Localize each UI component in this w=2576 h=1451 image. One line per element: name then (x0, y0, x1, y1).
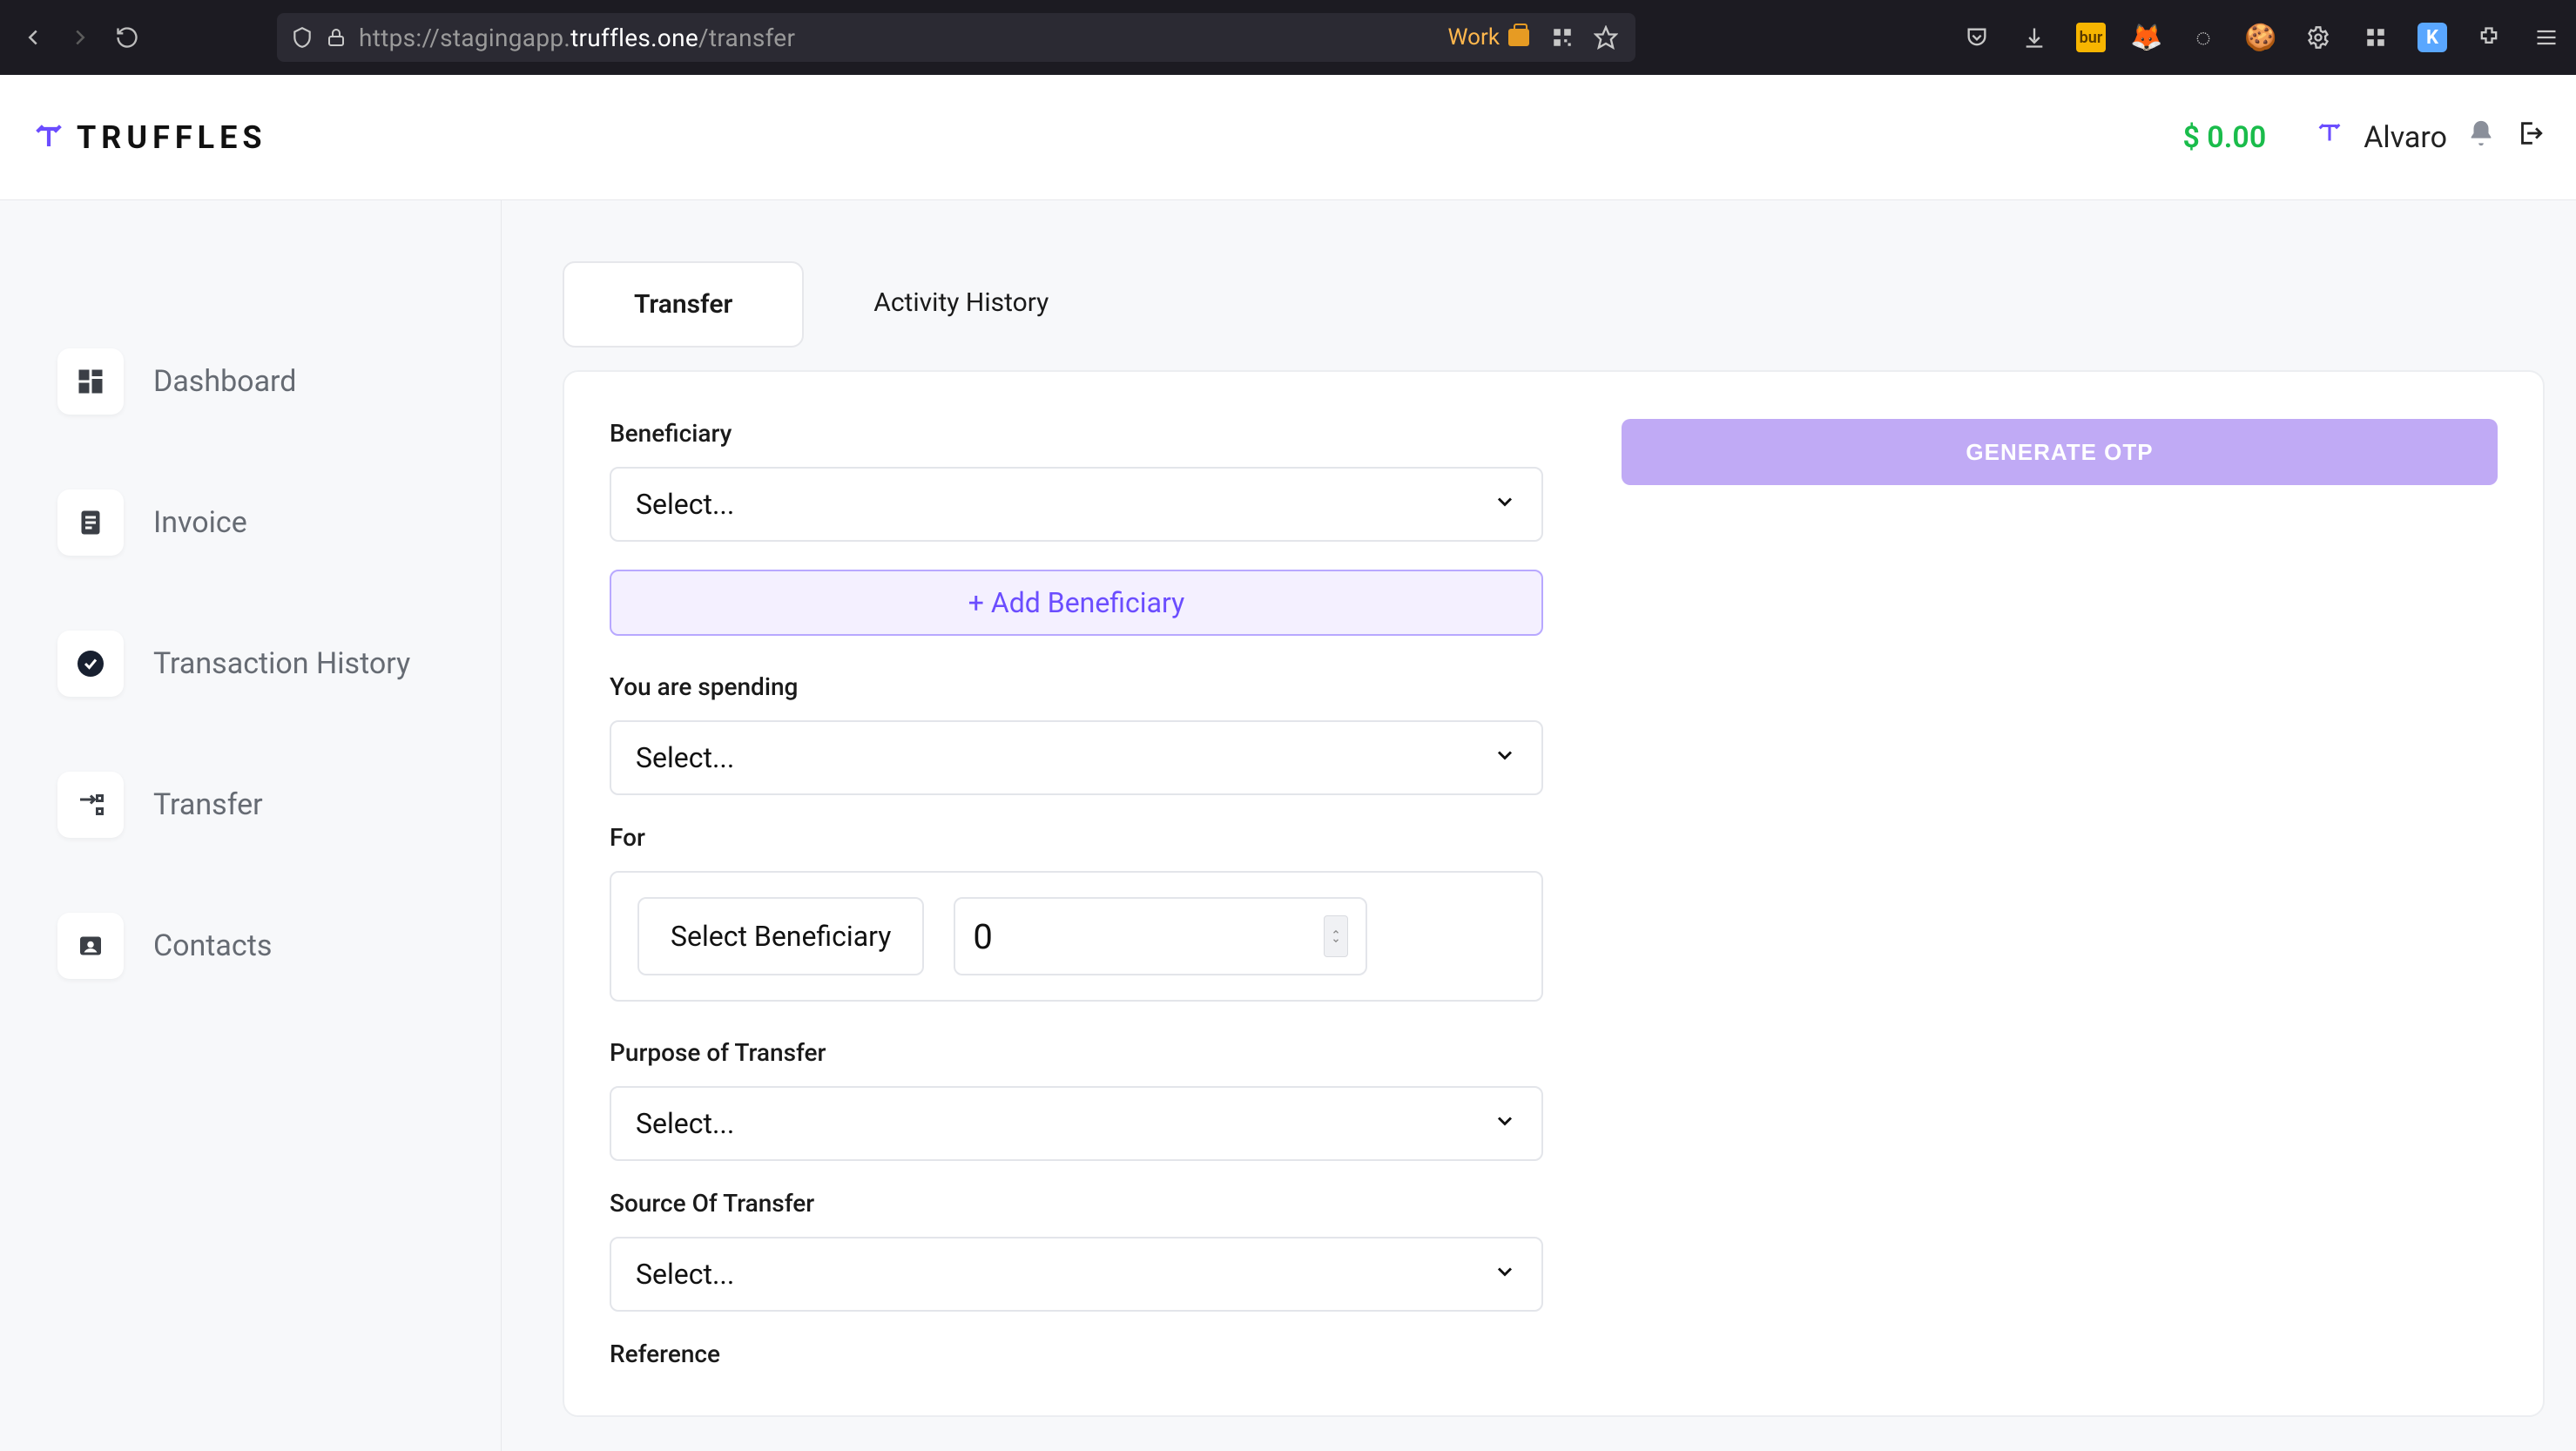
extension-circle-icon[interactable]: ◌ (2188, 22, 2219, 53)
bell-icon[interactable] (2466, 118, 2496, 156)
lock-icon (326, 27, 347, 48)
forward-button[interactable] (61, 18, 99, 57)
side-column: GENERATE OTP (1622, 419, 2498, 1368)
sidebar-item-transfer[interactable]: Transfer (57, 772, 501, 838)
extension-fox-icon[interactable]: 🦊 (2132, 23, 2161, 52)
balance: $ 0.00 (2182, 120, 2266, 155)
number-stepper-icon[interactable] (1324, 915, 1348, 957)
purpose-select[interactable]: Select... (610, 1086, 1543, 1161)
chevron-down-icon (1493, 1258, 1517, 1291)
main-content: Transfer Activity History Beneficiary Se… (502, 200, 2576, 1451)
address-bar[interactable]: https://stagingapp.truffles.one/transfer… (277, 13, 1635, 62)
source-select[interactable]: Select... (610, 1237, 1543, 1312)
source-label: Source Of Transfer (610, 1189, 1543, 1218)
download-icon[interactable] (2019, 22, 2050, 53)
history-icon (57, 631, 124, 697)
browser-right-icons: bur 🦊 ◌ 🍪 K (1961, 22, 2562, 53)
chevron-down-icon (1493, 741, 1517, 774)
source-value: Select... (636, 1258, 734, 1291)
for-amount-value: 0 (973, 916, 992, 957)
transfer-icon (57, 772, 124, 838)
extension-grid-icon[interactable] (2360, 22, 2391, 53)
for-label: For (610, 823, 1543, 852)
extension-gear-icon[interactable] (2303, 22, 2334, 53)
sidebar-item-invoice[interactable]: Invoice (57, 489, 501, 556)
url-text: https://stagingapp.truffles.one/transfer (359, 24, 1436, 52)
back-button[interactable] (14, 18, 52, 57)
pocket-icon[interactable] (1961, 22, 1993, 53)
purpose-label: Purpose of Transfer (610, 1038, 1543, 1067)
purpose-value: Select... (636, 1107, 734, 1140)
beneficiary-select[interactable]: Select... (610, 467, 1543, 542)
sidebar-item-transaction-history[interactable]: Transaction History (57, 631, 501, 697)
sidebar-item-dashboard[interactable]: Dashboard (57, 348, 501, 415)
beneficiary-value: Select... (636, 488, 734, 521)
tab-transfer[interactable]: Transfer (563, 261, 804, 348)
extension-cookie-icon[interactable]: 🍪 (2245, 22, 2276, 53)
extension-burp-icon[interactable]: bur (2076, 23, 2106, 52)
browser-toolbar: https://stagingapp.truffles.one/transfer… (0, 0, 2576, 75)
sidebar-item-label: Transfer (153, 787, 263, 822)
extensions-icon[interactable] (2473, 22, 2505, 53)
logo-text: TRUFFLES (77, 119, 267, 156)
container-tag: Work (1448, 24, 1530, 51)
beneficiary-label: Beneficiary (610, 419, 1543, 448)
sidebar: Dashboard Invoice Transaction History Tr… (0, 200, 502, 1451)
invoice-icon (57, 489, 124, 556)
logo[interactable]: TRUFFLES (31, 119, 267, 156)
chevron-down-icon (1493, 1107, 1517, 1140)
for-amount-input[interactable]: 0 (954, 897, 1366, 975)
add-beneficiary-button[interactable]: + Add Beneficiary (610, 570, 1543, 636)
sidebar-item-label: Dashboard (153, 364, 296, 399)
qr-icon[interactable] (1547, 22, 1578, 53)
reference-label: Reference (610, 1340, 1543, 1368)
sidebar-item-contacts[interactable]: Contacts (57, 913, 501, 979)
spending-select[interactable]: Select... (610, 720, 1543, 795)
sidebar-item-label: Contacts (153, 928, 272, 963)
app-header: TRUFFLES $ 0.00 Alvaro (0, 75, 2576, 200)
generate-otp-button[interactable]: GENERATE OTP (1622, 419, 2498, 485)
briefcase-icon (1508, 29, 1529, 46)
url-prefix: https://stagingapp. (359, 24, 570, 52)
form-column: Beneficiary Select... + Add Beneficiary … (610, 419, 1543, 1368)
hamburger-icon[interactable] (2531, 22, 2562, 53)
logo-icon (31, 120, 66, 155)
user-area: Alvaro (2315, 118, 2545, 156)
sidebar-item-label: Invoice (153, 505, 247, 540)
reload-button[interactable] (108, 18, 146, 57)
user-name[interactable]: Alvaro (2364, 120, 2447, 155)
extension-k-icon[interactable]: K (2418, 23, 2447, 52)
transfer-mini-icon (2315, 118, 2344, 156)
spending-value: Select... (636, 741, 734, 774)
for-box: Select Beneficiary 0 (610, 871, 1543, 1002)
sidebar-item-label: Transaction History (153, 646, 410, 681)
url-host: truffles.one (570, 24, 698, 52)
logout-icon[interactable] (2515, 118, 2545, 156)
contacts-icon (57, 913, 124, 979)
tabs: Transfer Activity History (563, 261, 2545, 348)
for-chip[interactable]: Select Beneficiary (637, 897, 924, 975)
tab-activity-history[interactable]: Activity History (804, 261, 1118, 348)
container-label: Work (1448, 24, 1500, 51)
chevron-down-icon (1493, 488, 1517, 521)
star-icon[interactable] (1590, 22, 1622, 53)
dashboard-icon (57, 348, 124, 415)
spending-label: You are spending (610, 672, 1543, 701)
shield-icon (291, 26, 314, 49)
url-path: /transfer (698, 24, 795, 52)
transfer-card: Beneficiary Select... + Add Beneficiary … (563, 370, 2545, 1417)
